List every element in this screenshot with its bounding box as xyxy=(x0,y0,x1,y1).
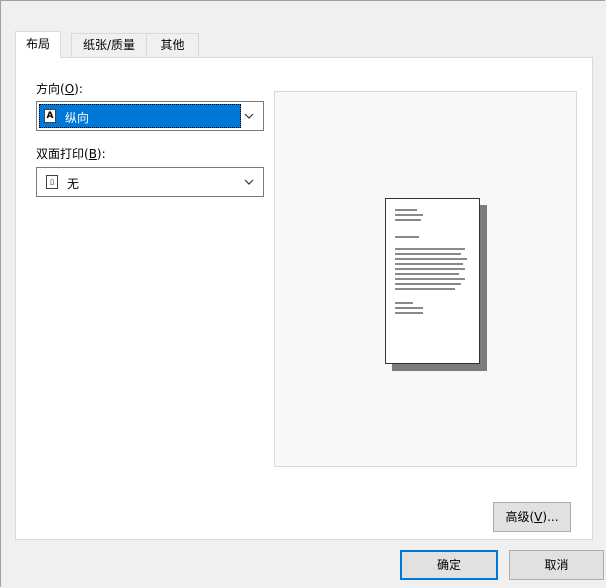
chevron-down-icon xyxy=(244,113,254,119)
advanced-button[interactable]: 高级(V)... xyxy=(493,502,571,532)
tab-other[interactable]: 其他 xyxy=(146,33,199,57)
orientation-selected: A 纵向 xyxy=(39,104,241,128)
orientation-dropdown[interactable]: A 纵向 xyxy=(36,101,264,131)
cancel-button[interactable]: 取消 xyxy=(509,550,604,580)
tab-paper-quality-label: 纸张/质量 xyxy=(82,38,136,52)
duplex-label: 双面打印(B): xyxy=(36,147,106,161)
orientation-label: 方向(O): xyxy=(36,82,83,96)
ok-button[interactable]: 确定 xyxy=(400,550,498,580)
layout-panel: 方向(O): A 纵向 双面打印(B): ▯ 无 高级(V)... xyxy=(15,57,593,540)
orientation-value: 纵向 xyxy=(65,111,90,125)
duplex-dropdown[interactable]: ▯ 无 xyxy=(36,167,264,197)
tab-layout[interactable]: 布局 xyxy=(15,31,61,58)
single-sided-page-icon: ▯ xyxy=(46,175,58,189)
tab-other-label: 其他 xyxy=(160,38,185,52)
page-preview xyxy=(274,91,577,467)
print-layout-dialog: 布局 纸张/质量 其他 方向(O): A 纵向 双面打印(B): ▯ 无 高级(… xyxy=(0,0,605,587)
duplex-value: 无 xyxy=(67,177,80,191)
portrait-page-icon: A xyxy=(44,109,56,123)
tab-layout-label: 布局 xyxy=(25,37,50,51)
tab-paper-quality[interactable]: 纸张/质量 xyxy=(71,33,147,57)
chevron-down-icon xyxy=(244,179,254,185)
page-preview-sheet xyxy=(385,198,480,364)
